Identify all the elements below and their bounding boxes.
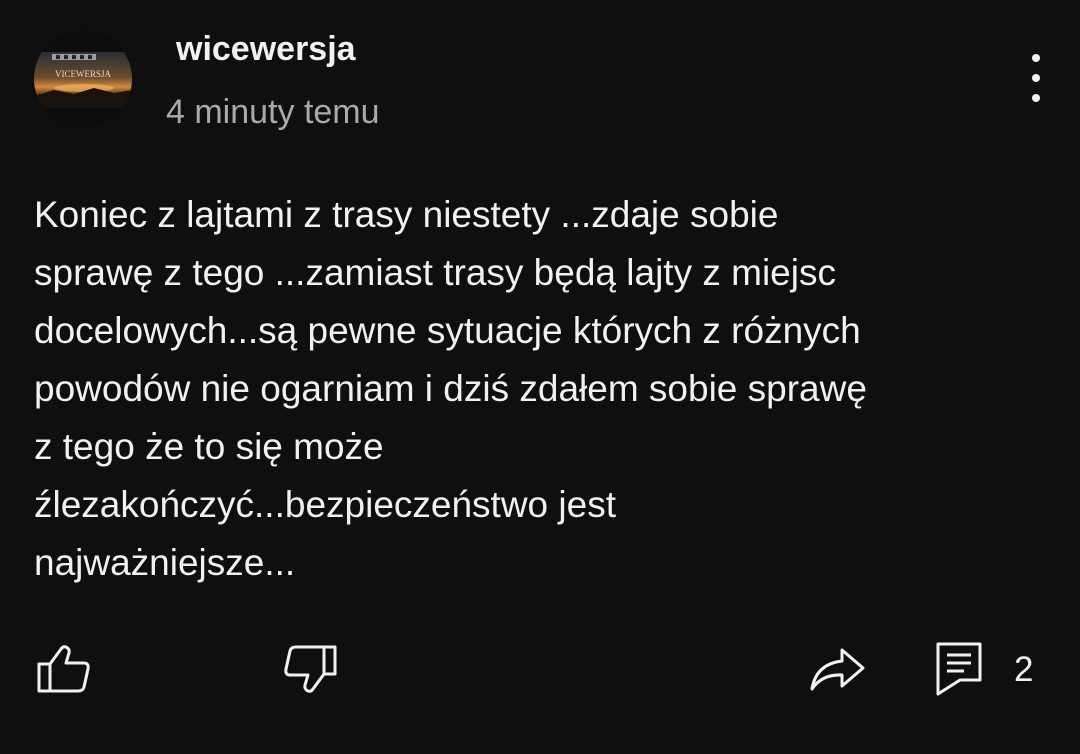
thumbs-down-icon (284, 645, 337, 693)
post-body: Koniec z lajtami z trasy niestety ...zda… (34, 194, 867, 583)
share-arrow-icon (810, 648, 865, 691)
thumbs-up-icon (37, 645, 90, 693)
comment-count[interactable]: 2 (1014, 648, 1033, 692)
share-button[interactable] (808, 644, 866, 694)
svg-text:VICEWERSJA: VICEWERSJA (55, 69, 112, 79)
author-name[interactable]: wicewersja (176, 27, 356, 71)
menu-dot (1032, 54, 1040, 62)
comment-icon (936, 642, 982, 696)
menu-dot (1032, 94, 1040, 102)
community-post: VICEWERSJA wicewersja 4 minuty temu Koni… (0, 0, 1080, 754)
post-timestamp: 4 minuty temu (166, 93, 380, 131)
like-button[interactable] (36, 644, 92, 694)
menu-dot (1032, 74, 1040, 82)
channel-logo-icon: VICEWERSJA (34, 30, 132, 128)
avatar[interactable]: VICEWERSJA (34, 30, 132, 128)
more-options-button[interactable] (1016, 54, 1056, 102)
comments-button[interactable] (934, 640, 984, 696)
dislike-button[interactable] (282, 644, 338, 694)
